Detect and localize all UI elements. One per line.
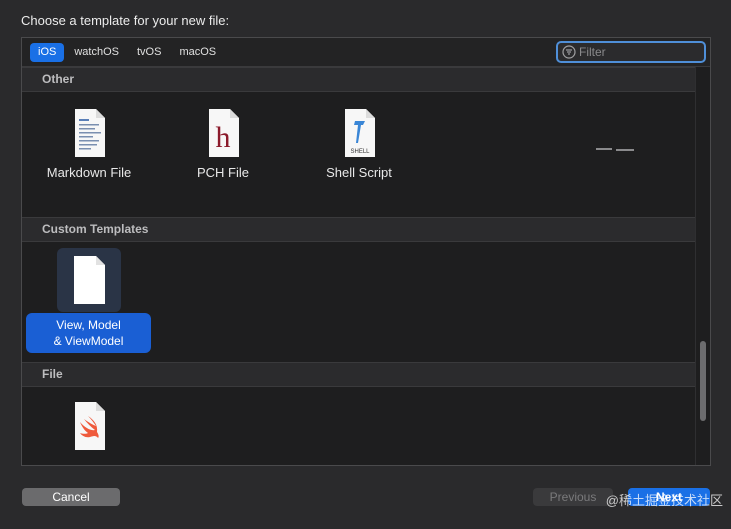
filter-field[interactable] <box>556 41 706 63</box>
section-header-custom-templates: Custom Templates <box>22 217 697 242</box>
platform-tabs: iOS watchOS tvOS macOS <box>30 43 224 62</box>
previous-button[interactable]: Previous <box>533 488 613 506</box>
tab-watchos[interactable]: watchOS <box>66 43 127 62</box>
template-panel: iOS watchOS tvOS macOS Other <box>21 37 711 466</box>
filter-icon <box>562 45 576 59</box>
clipped-label-fragment <box>596 148 634 151</box>
swift-file-icon <box>75 402 105 450</box>
markdown-file-icon <box>75 109 105 157</box>
tab-macos[interactable]: macOS <box>171 43 224 62</box>
next-button[interactable]: Next <box>628 488 710 506</box>
blank-document-icon <box>74 256 105 304</box>
tab-ios[interactable]: iOS <box>30 43 65 62</box>
shell-script-icon: SHELL <box>345 109 375 157</box>
platform-bar: iOS watchOS tvOS macOS <box>22 38 710 67</box>
template-markdown-file[interactable]: Markdown File <box>24 107 154 180</box>
pch-file-icon: h <box>209 109 239 157</box>
template-label: Markdown File <box>46 165 132 180</box>
filter-input[interactable] <box>579 45 697 59</box>
svg-text:SHELL: SHELL <box>350 149 370 155</box>
template-label: PCH File <box>196 165 249 180</box>
section-header-other: Other <box>22 67 697 92</box>
template-view-model-viewmodel[interactable] <box>24 248 154 312</box>
template-label: Shell Script <box>326 165 392 180</box>
section-header-file: File <box>22 362 697 387</box>
cancel-button[interactable]: Cancel <box>22 488 120 506</box>
vertical-scrollbar[interactable] <box>695 67 710 465</box>
tab-tvos[interactable]: tvOS <box>129 43 169 62</box>
template-shell-script[interactable]: SHELL Shell Script <box>294 107 424 180</box>
template-swift-file[interactable] <box>24 400 154 452</box>
template-pch-file[interactable]: h PCH File <box>158 107 288 180</box>
template-list: Other Markdown File h PCH File SHELL She… <box>22 67 697 465</box>
scrollbar-thumb[interactable] <box>700 341 706 421</box>
svg-text:h: h <box>216 121 231 154</box>
window-title: Choose a template for your new file: <box>21 13 230 28</box>
selected-template-label[interactable]: View, Model & ViewModel <box>26 313 151 353</box>
